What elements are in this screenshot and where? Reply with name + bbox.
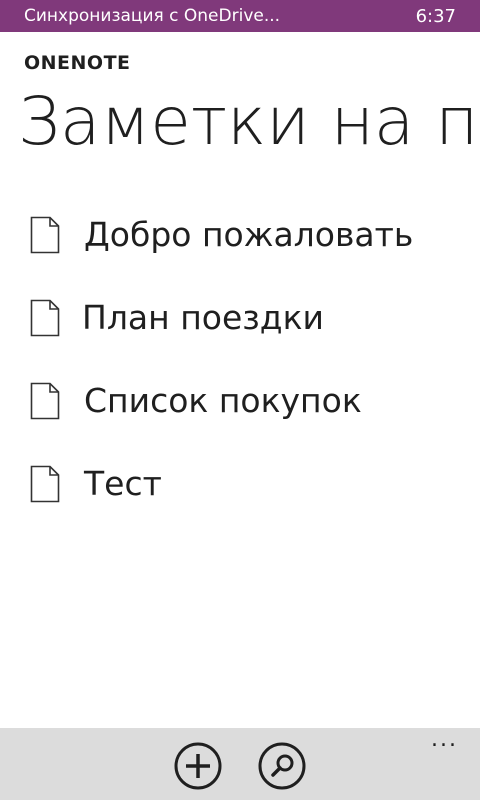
page-icon — [30, 465, 60, 503]
page-icon — [30, 382, 60, 420]
status-bar: Синхронизация с OneDrive... 6:37 — [0, 0, 480, 32]
more-button[interactable]: ... — [431, 729, 458, 751]
note-item[interactable]: Тест — [0, 449, 480, 519]
page-icon — [30, 216, 60, 254]
app-bar: ... — [0, 728, 480, 800]
note-label: Список покупок — [84, 381, 362, 420]
note-label: План поездки — [82, 298, 325, 337]
search-icon[interactable] — [258, 742, 306, 790]
clock: 6:37 — [415, 5, 456, 27]
note-item[interactable]: План поездки — [0, 283, 480, 353]
sync-status-text: Синхронизация с OneDrive... — [24, 6, 281, 26]
note-label: Тест — [84, 464, 162, 503]
note-label: Добро пожаловать — [84, 215, 414, 254]
add-icon[interactable] — [174, 742, 222, 790]
page-title: Заметки на по — [18, 83, 480, 160]
page-icon — [30, 299, 60, 337]
app-title: ONENOTE — [24, 52, 131, 74]
note-item[interactable]: Добро пожаловать — [0, 200, 480, 270]
note-item[interactable]: Список покупок — [0, 366, 480, 436]
